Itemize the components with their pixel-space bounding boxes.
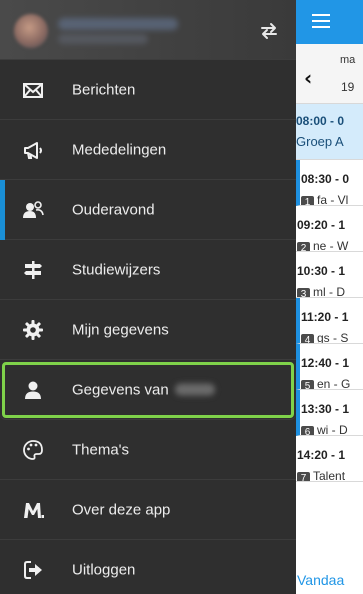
menu-item-label: Berichten [72,81,136,98]
navigation-drawer: Berichten Mededelingen Ouderavond Studie… [0,0,296,594]
lesson-time: 12:40 - 1 [301,356,350,370]
menu-item-label: Studiewijzers [72,261,161,278]
signpost-icon [22,259,44,281]
day-number[interactable]: 19 [341,80,354,94]
lesson-number-badge: 3 [297,288,310,297]
blurred-child-name [174,383,215,395]
menu-item-label: Gegevens van [72,381,215,398]
lesson-time: 13:30 - 1 [301,402,350,416]
lesson-row[interactable]: 08:30 - 0 1 fa - Vl [296,160,363,206]
lesson-row[interactable]: 08:00 - 0 Groep A [296,104,363,160]
lesson-number-badge: 2 [297,242,310,251]
lesson-subject: 4 gs - S [301,331,348,343]
lesson-subject: 6 wi - D [301,423,348,435]
lesson-time: 08:00 - 0 [296,114,345,128]
drawer-header [0,0,296,60]
lesson-list: 08:00 - 0 Groep A 08:30 - 0 1 fa - Vl 09:… [296,104,363,482]
lesson-subject: 1 fa - Vl [301,193,348,205]
lesson-subject: 7 Talent [297,469,345,481]
today-button[interactable]: Vandaa [296,570,363,594]
menu-item-mijn-gegevens[interactable]: Mijn gegevens [0,300,296,360]
menu-item-label: Mededelingen [72,141,167,158]
menu-item-themas[interactable]: Thema's [0,420,296,480]
menu-item-berichten[interactable]: Berichten [0,60,296,120]
megaphone-icon [22,139,44,161]
day-selector: ‹ ma 19 [296,44,363,104]
lesson-subject: 2 ne - W [297,239,348,251]
avatar[interactable] [14,14,48,48]
lesson-subject: Groep A [296,134,344,149]
parents-meeting-icon [22,199,44,221]
menu-item-label: Mijn gegevens [72,321,169,338]
menu-item-over-deze-app[interactable]: Over deze app [0,480,296,540]
menu-item-label: Over deze app [72,501,171,518]
menu-item-studiewijzers[interactable]: Studiewijzers [0,240,296,300]
lesson-row[interactable]: 12:40 - 1 5 en - G [296,344,363,390]
account-subtitle-blurred [58,34,148,44]
menu-item-gegevens-van[interactable]: Gegevens van [0,360,296,420]
menu-item-label: Uitloggen [72,561,136,578]
lesson-row[interactable]: 10:30 - 1 3 ml - D [296,252,363,298]
lesson-number-badge: 7 [297,472,310,481]
lesson-time: 10:30 - 1 [297,264,346,278]
account-name-blurred [58,18,178,30]
lesson-number-badge: 5 [301,380,314,389]
switch-account-icon[interactable] [258,20,280,42]
logout-icon [22,559,44,581]
menu-item-uitloggen[interactable]: Uitloggen [0,540,296,594]
menu-item-label: Ouderavond [72,201,155,218]
hamburger-menu-icon[interactable] [312,14,330,28]
gear-icon [22,319,44,341]
lesson-row[interactable]: 11:20 - 1 4 gs - S [296,298,363,344]
chevron-left-icon[interactable]: ‹ [304,66,312,90]
lesson-time: 14:20 - 1 [297,448,346,462]
lesson-time: 09:20 - 1 [297,218,346,232]
envelope-icon [22,79,44,101]
palette-icon [22,439,44,461]
app-logo-icon [22,499,44,521]
menu-item-mededelingen[interactable]: Mededelingen [0,120,296,180]
lesson-number-badge: 4 [301,334,314,343]
app-toolbar [296,0,363,44]
lesson-subject: 5 en - G [301,377,350,389]
lesson-time: 08:30 - 0 [301,172,350,186]
day-of-week: ma [340,54,356,66]
lesson-subject: 3 ml - D [297,285,345,297]
menu-item-label: Thema's [72,441,130,458]
lesson-number-badge: 1 [301,196,314,205]
lesson-row[interactable]: 14:20 - 1 7 Talent [296,436,363,482]
today-label: Vandaa [297,572,345,588]
lesson-row[interactable]: 13:30 - 1 6 wi - D [296,390,363,436]
menu-item-ouderavond[interactable]: Ouderavond [0,180,296,240]
lesson-time: 11:20 - 1 [301,310,349,324]
drawer-menu: Berichten Mededelingen Ouderavond Studie… [0,60,296,594]
user-icon [22,379,44,401]
lesson-number-badge: 6 [301,426,314,435]
lesson-row[interactable]: 09:20 - 1 2 ne - W [296,206,363,252]
schedule-panel: ‹ ma 19 08:00 - 0 Groep A 08:30 - 0 1 fa … [296,0,363,594]
